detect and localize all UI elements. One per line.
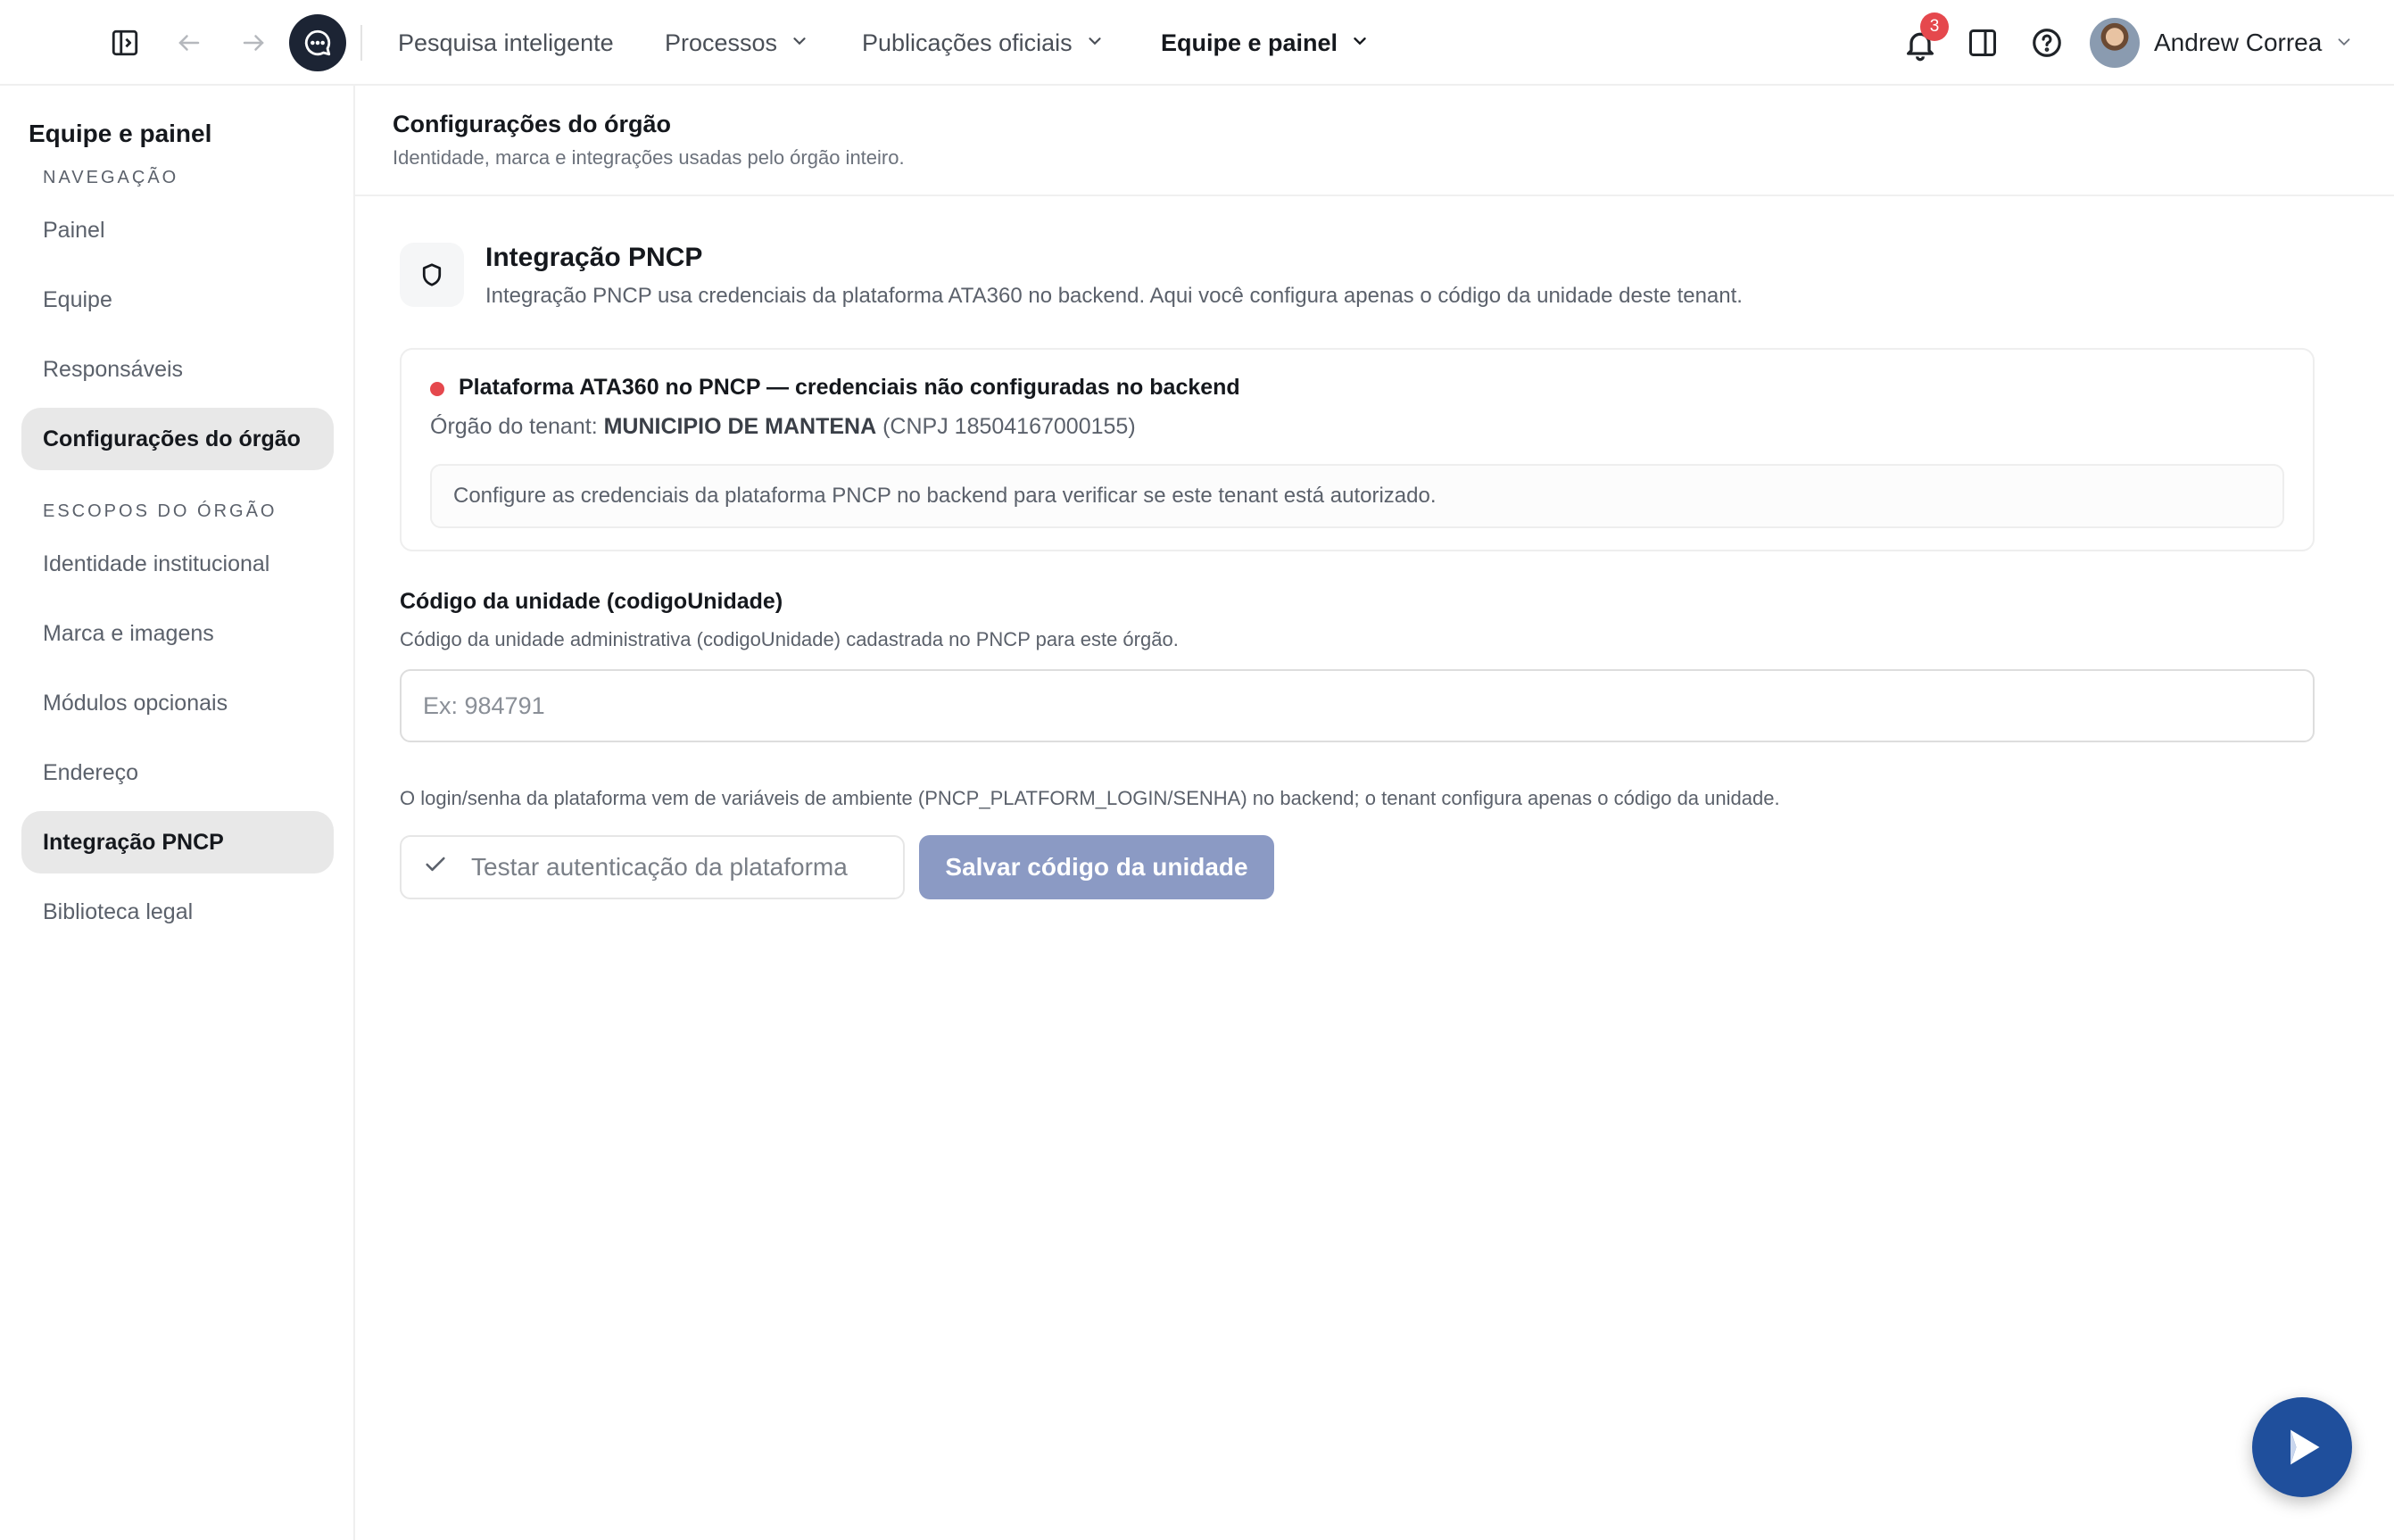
page-subtitle: Identidade, marca e integrações usadas p… [393, 146, 905, 169]
sidebar-item-label: Responsáveis [43, 356, 184, 382]
page-header: Configurações do órgão Identidade, marca… [355, 86, 2394, 196]
sidebar-section-heading: NAVEGAÇÃO [43, 168, 179, 187]
codigo-unidade-help: Código da unidade administrativa (codigo… [400, 628, 1179, 650]
save-unit-code-label: Salvar código da unidade [945, 853, 1248, 881]
chat-icon [304, 29, 331, 56]
sidebar-item-label: Integração PNCP [43, 829, 224, 855]
nav-label: Publicações oficiais [862, 29, 1073, 56]
sidebar-item-modulos-opcionais[interactable]: Módulos opcionais [21, 672, 334, 734]
nav-pesquisa-inteligente[interactable]: Pesquisa inteligente [398, 25, 614, 61]
assistant-fab[interactable] [2252, 1397, 2352, 1497]
sidebar-item-identidade-institucional[interactable]: Identidade institucional [21, 533, 334, 595]
sidebar-item-responsaveis[interactable]: Responsáveis [21, 338, 334, 401]
back-arrow-icon[interactable] [170, 23, 209, 62]
sidebar-item-biblioteca-legal[interactable]: Biblioteca legal [21, 881, 334, 943]
sidebar: Equipe e painel NAVEGAÇÃO Painel Equipe … [0, 86, 355, 1540]
status-indicator [430, 382, 444, 396]
codigo-unidade-input[interactable] [400, 669, 2315, 742]
forward-arrow-icon[interactable] [234, 23, 273, 62]
sidebar-item-label: Painel [43, 217, 105, 243]
sidebar-section-heading: ESCOPOS DO ÓRGÃO [43, 501, 278, 521]
integration-title: Integração PNCP [485, 243, 703, 272]
sidebar-title: Equipe e painel [29, 120, 212, 147]
sidebar-item-label: Endereço [43, 759, 139, 785]
sidebar-item-equipe[interactable]: Equipe [21, 269, 334, 331]
chat-button[interactable] [289, 14, 346, 71]
tenant-info: Órgão do tenant: MUNICIPIO DE MANTENA (C… [430, 414, 1136, 440]
env-note: O login/senha da plataforma vem de variá… [400, 787, 1780, 809]
sidebar-item-marca-e-imagens[interactable]: Marca e imagens [21, 602, 334, 665]
nav-label: Equipe e painel [1161, 29, 1338, 56]
nav-publicacoes-oficiais[interactable]: Publicações oficiais [862, 25, 1105, 61]
notifications-button[interactable]: 3 [1899, 12, 1949, 64]
chevron-down-icon [1085, 29, 1105, 57]
tenant-cnpj: (CNPJ 18504167000155) [882, 414, 1136, 439]
panel-icon[interactable] [1963, 23, 2002, 62]
sidebar-item-label: Configurações do órgão [43, 426, 301, 451]
save-unit-code-button[interactable]: Salvar código da unidade [919, 835, 1274, 899]
sidebar-item-painel[interactable]: Painel [21, 199, 334, 261]
nav-label: Processos [665, 29, 778, 56]
top-bar: Pesquisa inteligente Processos Publicaçõ… [0, 0, 2394, 86]
sidebar-toggle-icon[interactable] [105, 23, 145, 62]
status-title: Plataforma ATA360 no PNCP — credenciais … [459, 375, 1240, 400]
tenant-label: Órgão do tenant: [430, 414, 598, 439]
notification-badge: 3 [1920, 12, 1949, 41]
integration-description: Integração PNCP usa credenciais da plata… [485, 284, 1743, 308]
toolbar-divider [360, 25, 362, 61]
tenant-name: MUNICIPIO DE MANTENA [603, 414, 877, 439]
page-title: Configurações do órgão [393, 111, 672, 137]
avatar[interactable] [2090, 18, 2140, 68]
sidebar-item-label: Identidade institucional [43, 551, 270, 576]
sidebar-item-label: Módulos opcionais [43, 690, 228, 716]
chevron-down-icon [790, 29, 809, 57]
sidebar-item-label: Marca e imagens [43, 620, 214, 646]
codigo-unidade-label: Código da unidade (codigoUnidade) [400, 589, 783, 614]
integration-icon-box [400, 243, 464, 307]
test-authentication-label: Testar autenticação da plataforma [471, 853, 848, 881]
chevron-down-icon[interactable] [2334, 32, 2354, 56]
sidebar-item-configuracoes-do-orgao[interactable]: Configurações do órgão [21, 408, 334, 470]
sidebar-item-label: Equipe [43, 286, 112, 312]
play-icon [2290, 1429, 2320, 1465]
sidebar-item-endereco[interactable]: Endereço [21, 741, 334, 804]
check-icon [423, 852, 448, 883]
sidebar-item-label: Biblioteca legal [43, 898, 194, 924]
sidebar-item-integracao-pncp[interactable]: Integração PNCP [21, 811, 334, 873]
nav-label: Pesquisa inteligente [398, 29, 614, 56]
status-card: Plataforma ATA360 no PNCP — credenciais … [400, 348, 2315, 551]
shield-icon [422, 263, 442, 286]
help-icon[interactable] [2027, 23, 2067, 62]
status-note: Configure as credenciais da plataforma P… [430, 464, 2284, 528]
nav-processos[interactable]: Processos [665, 25, 809, 61]
test-authentication-button[interactable]: Testar autenticação da plataforma [400, 835, 905, 899]
nav-equipe-e-painel[interactable]: Equipe e painel [1161, 25, 1370, 61]
chevron-down-icon [1350, 29, 1370, 57]
user-name[interactable]: Andrew Correa [2154, 25, 2322, 61]
